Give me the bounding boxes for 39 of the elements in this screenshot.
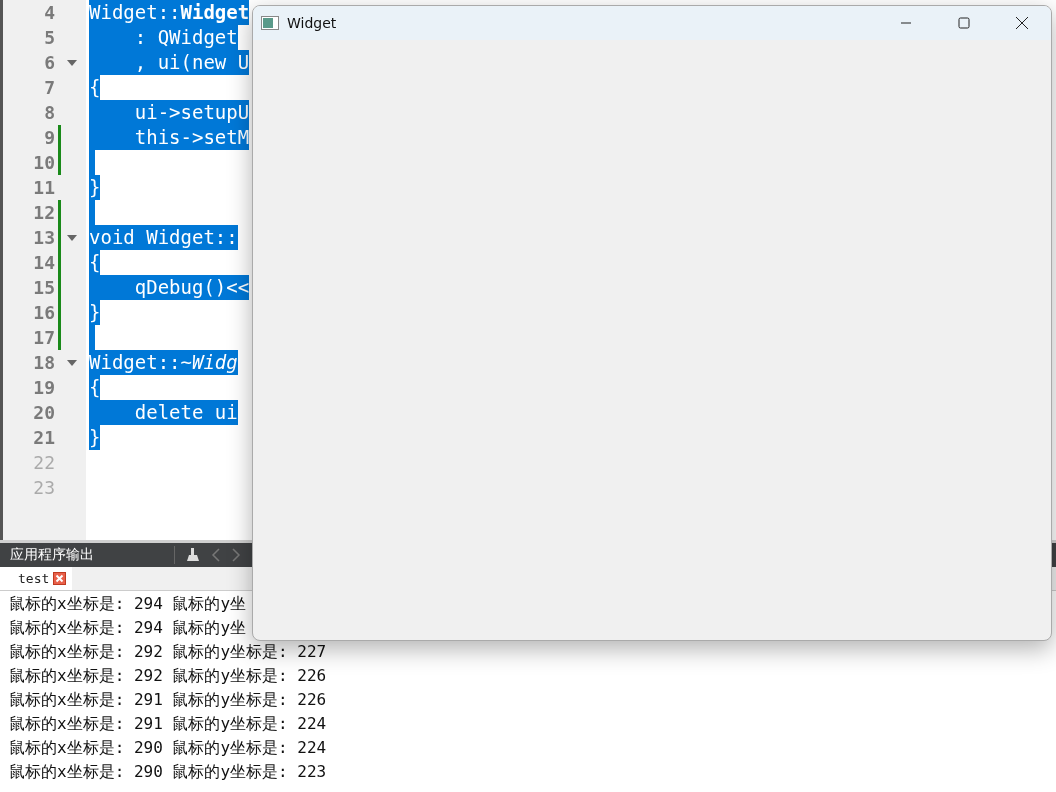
line-number: 6 — [43, 52, 55, 73]
line-number: 11 — [32, 177, 55, 198]
window-icon — [261, 16, 279, 30]
line-number: 21 — [32, 427, 55, 448]
line-number: 22 — [32, 452, 55, 473]
line-number: 23 — [32, 477, 55, 498]
line-number: 18 — [32, 352, 55, 373]
fold-arrow-icon[interactable] — [67, 59, 77, 66]
pane-title: 应用程序输出 — [10, 546, 94, 564]
maximize-icon — [958, 17, 970, 29]
line-number: 15 — [32, 277, 55, 298]
line-number: 17 — [32, 327, 55, 348]
output-line: 鼠标的x坐标是: 291 鼠标的y坐标是: 224 — [8, 713, 328, 735]
line-number: 7 — [43, 77, 55, 98]
line-number: 13 — [32, 227, 55, 248]
line-number: 19 — [32, 377, 55, 398]
line-number: 12 — [32, 202, 55, 223]
output-line: 鼠标的x坐标是: 294 鼠标的y坐 — [8, 617, 248, 639]
fold-arrow-icon[interactable] — [67, 234, 77, 241]
broom-icon[interactable] — [185, 547, 201, 563]
line-number: 9 — [43, 127, 55, 148]
output-tab[interactable]: test — [0, 567, 73, 590]
output-line: 鼠标的x坐标是: 290 鼠标的y坐标是: 224 — [8, 737, 328, 759]
fold-arrow-icon[interactable] — [67, 359, 77, 366]
close-icon — [1015, 16, 1029, 30]
line-number: 4 — [43, 2, 55, 23]
output-line: 鼠标的x坐标是: 294 鼠标的y坐 — [8, 593, 248, 615]
line-number: 5 — [43, 27, 55, 48]
output-line: 鼠标的x坐标是: 290 鼠标的y坐标是: 223 — [8, 761, 328, 783]
line-number: 16 — [32, 302, 55, 323]
line-number: 8 — [43, 102, 55, 123]
line-number: 20 — [32, 402, 55, 423]
output-line: 鼠标的x坐标是: 291 鼠标的y坐标是: 226 — [8, 689, 328, 711]
close-icon[interactable] — [53, 572, 67, 585]
line-number: 10 — [32, 152, 55, 173]
output-line: 鼠标的x坐标是: 292 鼠标的y坐标是: 226 — [8, 665, 328, 687]
line-number: 14 — [32, 252, 55, 273]
output-line: 鼠标的x坐标是: 292 鼠标的y坐标是: 227 — [8, 641, 328, 663]
window-title: Widget — [287, 15, 338, 31]
